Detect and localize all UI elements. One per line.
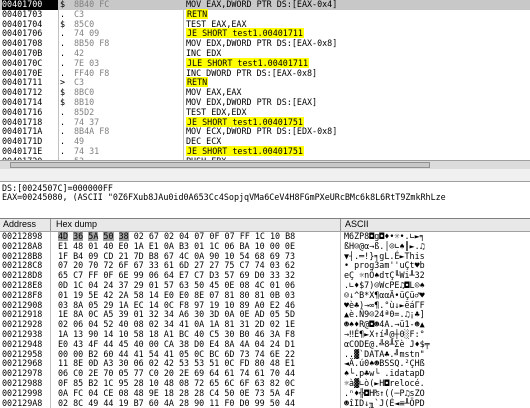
dump-header: Address Hex dump ASCII xyxy=(0,219,530,232)
disassembly-horizontal-scrollbar[interactable] xyxy=(0,160,530,169)
header-divider xyxy=(340,219,341,231)
address-column-header[interactable]: Address xyxy=(3,220,36,229)
disassembly-pane[interactable]: 00401700 $8B40 FC MOV EAX,DWORD PTR DS:[EA… xyxy=(0,0,530,160)
info-pane: DS:[0024507C]=000000FF EAX=00245080, (AS… xyxy=(0,181,530,218)
hex-column-header[interactable]: Hex dump xyxy=(56,220,97,229)
debugger-window: 00401700 $8B40 FC MOV EAX,DWORD PTR DS:[EA… xyxy=(0,0,530,408)
opcode-bytes: 8B4A F8 xyxy=(74,126,110,137)
dump-body[interactable]: 00212898 4D 36 5A 50 38 02 67 02 04 07 0F… xyxy=(0,232,530,408)
header-divider xyxy=(50,219,51,231)
instruction-text: MOV EAX,DWORD PTR DS:[EAX-0x4] xyxy=(186,0,338,9)
scrollbar-thumb[interactable] xyxy=(10,162,430,168)
info-line-register: EAX=00245080, (ASCII "0Z6FXub8JAu0id0A65… xyxy=(2,192,446,202)
opcode-bytes: FF40 F8 xyxy=(74,67,110,78)
opcode-bytes: 8B40 FC xyxy=(74,0,110,9)
opcode-bytes: 74 31 xyxy=(74,145,100,156)
ascii-column-header[interactable]: ASCII xyxy=(345,220,369,229)
hex-dump-pane[interactable]: Address Hex dump ASCII 00212898 4D 36 5A … xyxy=(0,218,530,408)
opcode-bytes: 8B50 F8 xyxy=(74,38,110,49)
